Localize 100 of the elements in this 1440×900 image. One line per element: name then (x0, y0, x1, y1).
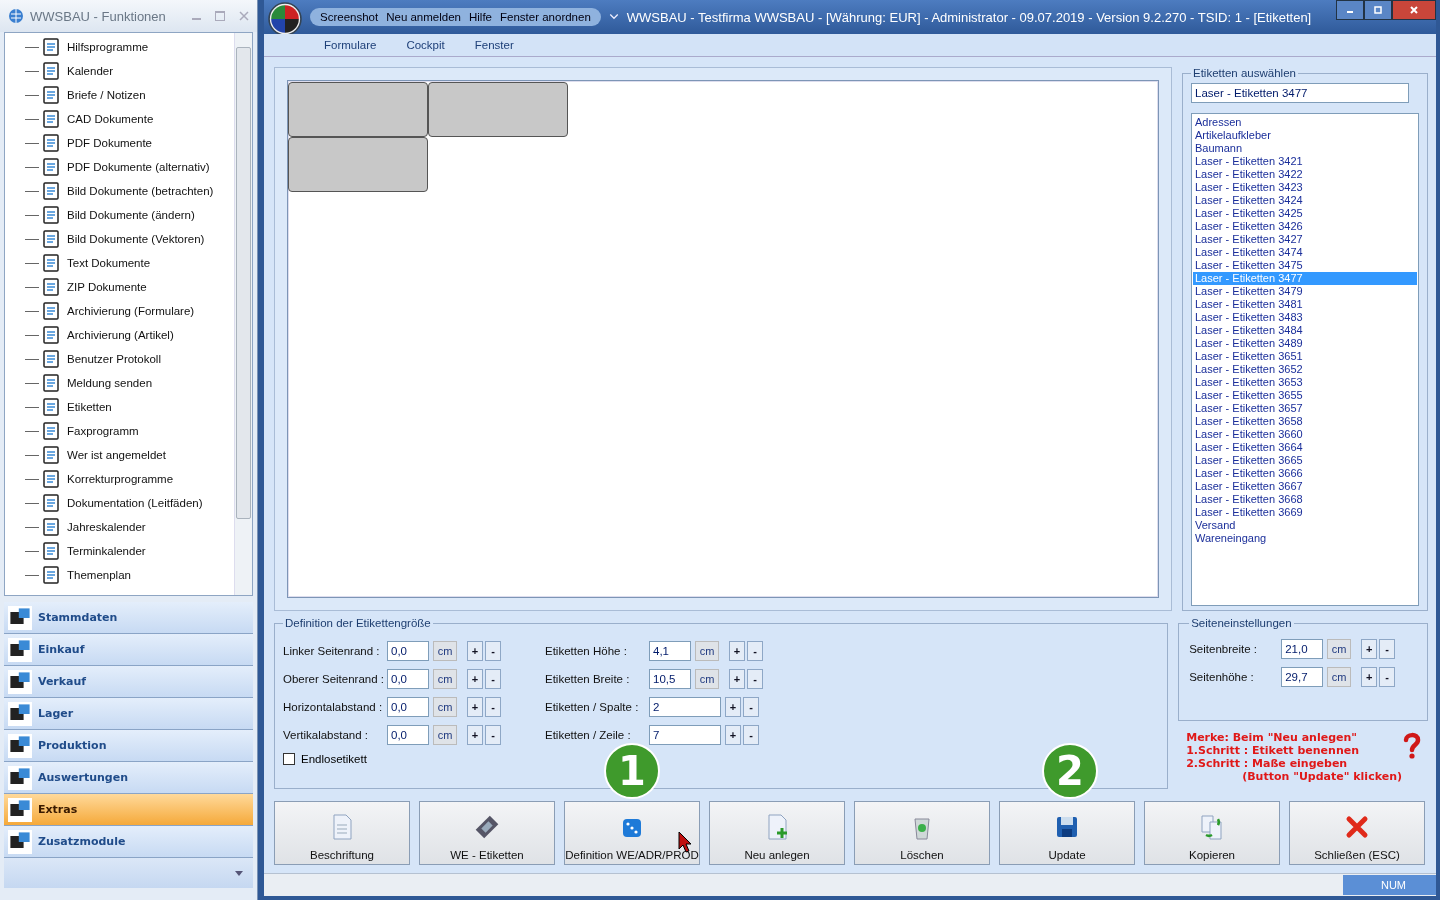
tree-item[interactable]: Themenplan (67, 569, 131, 581)
tree-item[interactable]: PDF Dokumente (alternativ) (67, 161, 210, 173)
nav-item[interactable]: Extras (4, 794, 253, 826)
action-button[interactable]: Kopieren (1144, 801, 1280, 865)
caret-icon[interactable] (235, 870, 243, 876)
list-item[interactable]: Laser - Etiketten 3423 (1193, 181, 1417, 194)
action-button[interactable]: Neu anlegen (709, 801, 845, 865)
increment-button[interactable]: + (725, 725, 741, 745)
label-name-field[interactable]: Laser - Etiketten 3477 (1191, 83, 1409, 103)
list-item[interactable]: Laser - Etiketten 3667 (1193, 480, 1417, 493)
tree-item[interactable]: Kalender (67, 65, 114, 77)
list-item[interactable]: Laser - Etiketten 3664 (1193, 441, 1417, 454)
action-button[interactable]: Definition WE/ADR/PROD (564, 801, 700, 865)
input-field[interactable]: 0,0 (387, 725, 429, 745)
decrement-button[interactable]: - (743, 725, 759, 745)
menu-item[interactable]: Cockpit (406, 39, 445, 51)
decrement-button[interactable]: - (1379, 667, 1396, 687)
tree-item[interactable]: Meldung senden (67, 377, 153, 389)
tree-item[interactable]: Bild Dokumente (Vektoren) (67, 233, 205, 245)
list-item[interactable]: Laser - Etiketten 3424 (1193, 194, 1417, 207)
decrement-button[interactable]: - (485, 669, 501, 689)
nav-item[interactable]: Zusatzmodule (4, 826, 253, 858)
tree-item[interactable]: Archivierung (Artikel) (67, 329, 174, 341)
increment-button[interactable]: + (467, 697, 483, 717)
increment-button[interactable]: + (729, 669, 745, 689)
input-field[interactable]: 2 (649, 697, 721, 717)
action-button[interactable]: Löschen (854, 801, 990, 865)
maximize-button[interactable] (1364, 0, 1392, 20)
list-item[interactable]: Laser - Etiketten 3483 (1193, 311, 1417, 324)
action-button[interactable]: Schließen (ESC) (1289, 801, 1425, 865)
tree-item[interactable]: Hilfsprogramme (67, 41, 149, 53)
app-logo-icon[interactable] (268, 2, 302, 36)
input-field[interactable]: 7 (649, 725, 721, 745)
tree-item[interactable]: ZIP Dokumente (67, 281, 147, 293)
list-item[interactable]: Laser - Etiketten 3489 (1193, 337, 1417, 350)
list-item[interactable]: Laser - Etiketten 3652 (1193, 363, 1417, 376)
list-item[interactable]: Wareneingang (1193, 532, 1417, 545)
nav-item[interactable]: Lager (4, 698, 253, 730)
list-item[interactable]: Laser - Etiketten 3421 (1193, 155, 1417, 168)
quick-menu-item[interactable]: Hilfe (469, 11, 492, 23)
menu-item[interactable]: Formulare (324, 39, 377, 51)
close-button[interactable] (1392, 0, 1436, 20)
increment-button[interactable]: + (725, 697, 741, 717)
list-item[interactable]: Laser - Etiketten 3666 (1193, 467, 1417, 480)
list-item[interactable]: Laser - Etiketten 3479 (1193, 285, 1417, 298)
action-button[interactable]: Update (999, 801, 1135, 865)
list-item[interactable]: Laser - Etiketten 3655 (1193, 389, 1417, 402)
increment-button[interactable]: + (467, 641, 483, 661)
nav-item[interactable]: Verkauf (4, 666, 253, 698)
action-button[interactable]: WE - Etiketten (419, 801, 555, 865)
decrement-button[interactable]: - (747, 641, 763, 661)
tree-item[interactable]: Wer ist angemeldet (67, 449, 166, 461)
increment-button[interactable]: + (1361, 667, 1378, 687)
list-item[interactable]: Laser - Etiketten 3426 (1193, 220, 1417, 233)
increment-button[interactable]: + (729, 641, 745, 661)
decrement-button[interactable]: - (743, 697, 759, 717)
list-item[interactable]: Baumann (1193, 142, 1417, 155)
tree-item[interactable]: Bild Dokumente (ändern) (67, 209, 195, 221)
nav-item[interactable]: Einkauf (4, 634, 253, 666)
input-field[interactable]: 29,7 (1281, 667, 1324, 687)
input-field[interactable]: 21,0 (1281, 639, 1324, 659)
list-item[interactable]: Laser - Etiketten 3658 (1193, 415, 1417, 428)
checkbox[interactable] (283, 753, 295, 765)
list-item[interactable]: Laser - Etiketten 3657 (1193, 402, 1417, 415)
action-button[interactable]: Beschriftung (274, 801, 410, 865)
input-field[interactable]: 0,0 (387, 641, 429, 661)
tree-item[interactable]: Bild Dokumente (betrachten) (67, 185, 214, 197)
quick-menu-item[interactable]: Screenshot (320, 11, 379, 23)
list-item[interactable]: Laser - Etiketten 3651 (1193, 350, 1417, 363)
tree-item[interactable]: Terminkalender (67, 545, 146, 557)
list-item[interactable]: Adressen (1193, 116, 1417, 129)
tree-item[interactable]: Archivierung (Formulare) (67, 305, 195, 317)
tree-item[interactable]: Benutzer Protokoll (67, 353, 161, 365)
nav-item[interactable]: Stammdaten (4, 602, 253, 634)
decrement-button[interactable]: - (485, 725, 501, 745)
list-item[interactable]: Versand (1193, 519, 1417, 532)
tree-item[interactable]: PDF Dokumente (67, 137, 152, 149)
tree-item[interactable]: CAD Dokumente (67, 113, 154, 125)
nav-item[interactable]: Auswertungen (4, 762, 253, 794)
increment-button[interactable]: + (467, 669, 483, 689)
tree-item[interactable]: Briefe / Notizen (67, 89, 146, 101)
decrement-button[interactable]: - (1379, 639, 1396, 659)
tree-item[interactable]: Etiketten (67, 401, 112, 413)
quick-menu-item[interactable]: Fenster anordnen (500, 11, 591, 23)
decrement-button[interactable]: - (485, 641, 501, 661)
menu-item[interactable]: Fenster (474, 39, 514, 51)
list-item[interactable]: Laser - Etiketten 3425 (1193, 207, 1417, 220)
tree-item[interactable]: Text Dokumente (67, 257, 151, 269)
input-field[interactable]: 10,5 (649, 669, 691, 689)
increment-button[interactable]: + (1361, 639, 1378, 659)
nav-item[interactable]: Produktion (4, 730, 253, 762)
input-field[interactable]: 0,0 (387, 697, 429, 717)
list-item[interactable]: Laser - Etiketten 3653 (1193, 376, 1417, 389)
list-item[interactable]: Laser - Etiketten 3474 (1193, 246, 1417, 259)
decrement-button[interactable]: - (747, 669, 763, 689)
tree-item[interactable]: Faxprogramm (67, 425, 139, 437)
tree-item[interactable]: Jahreskalender (67, 521, 146, 533)
list-item[interactable]: Laser - Etiketten 3475 (1193, 259, 1417, 272)
list-item[interactable]: Artikelaufkleber (1193, 129, 1417, 142)
scrollbar[interactable] (234, 33, 252, 595)
